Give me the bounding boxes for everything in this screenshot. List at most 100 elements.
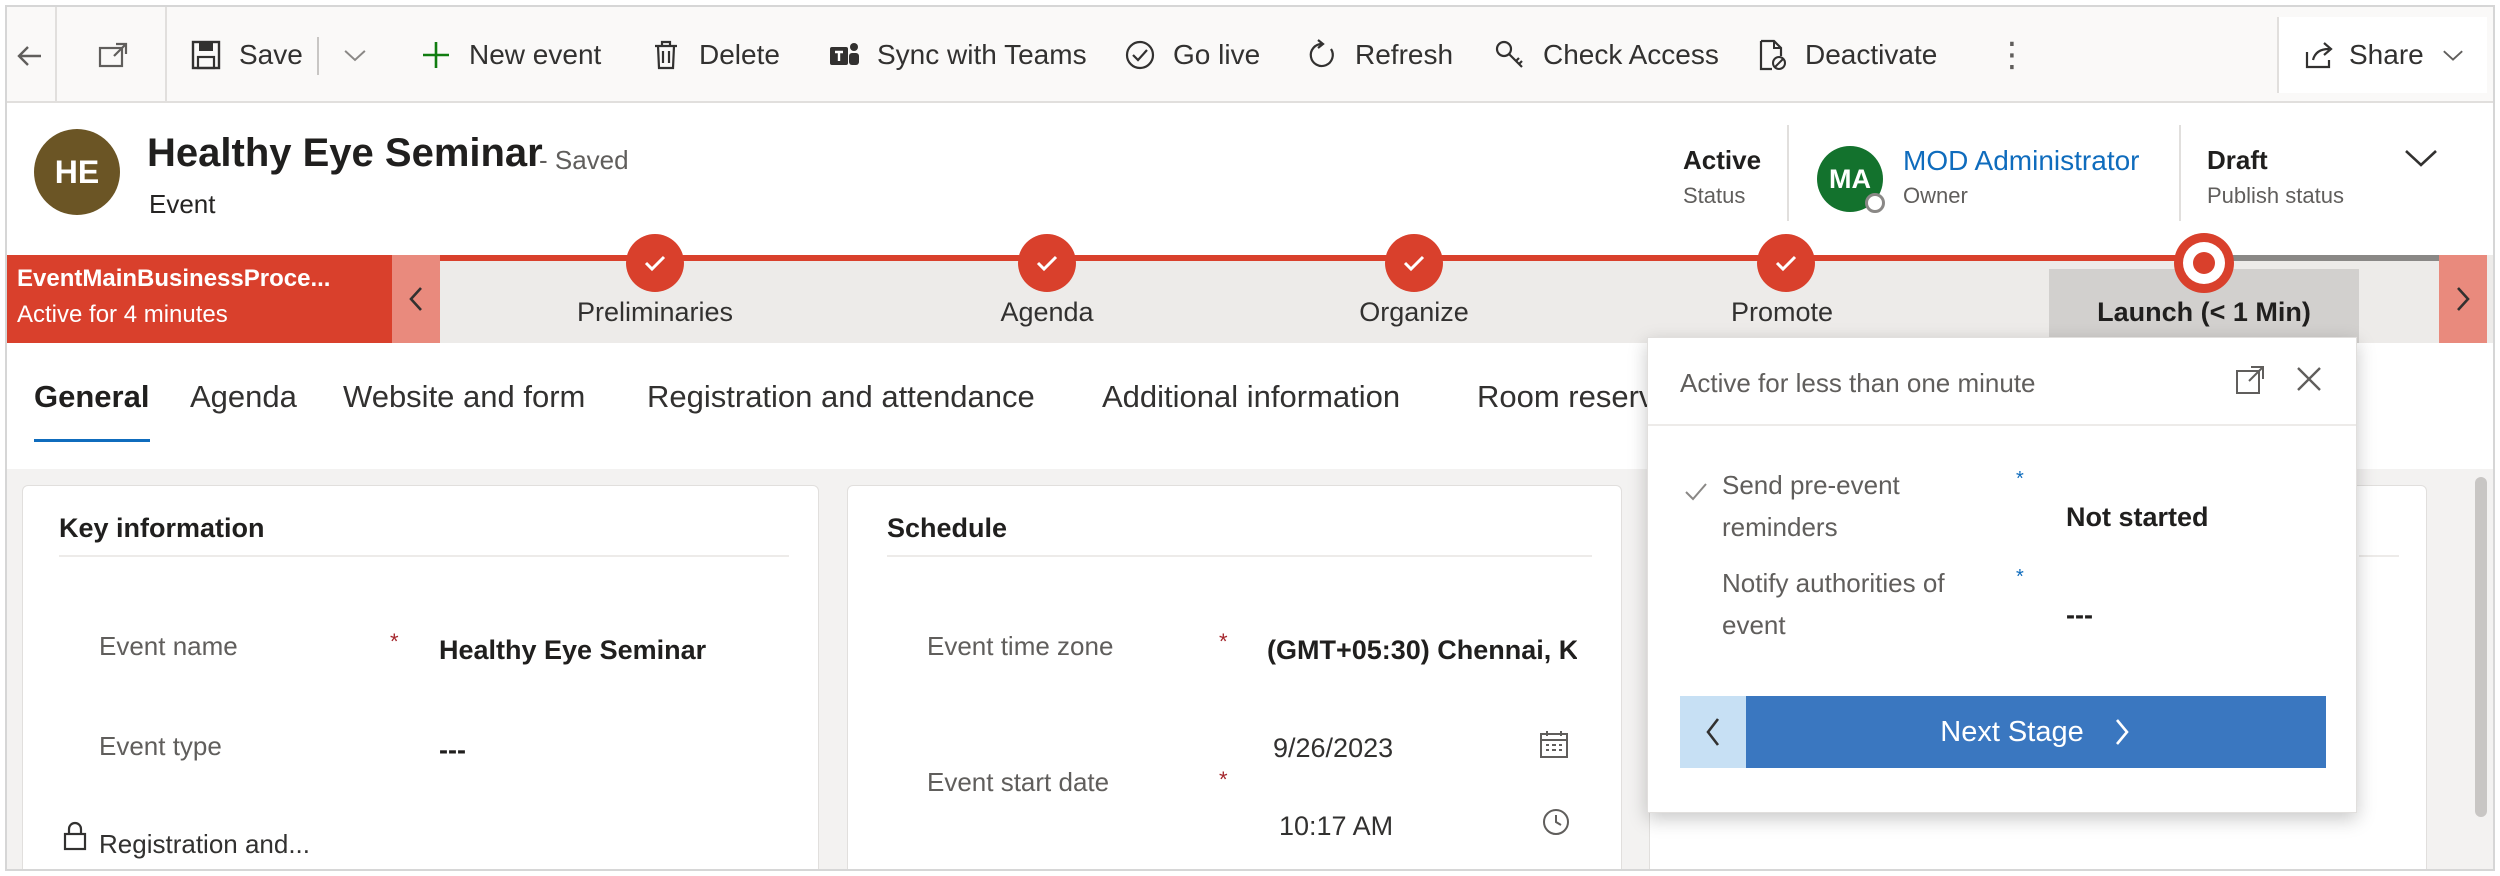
next-stage-button[interactable]: Next Stage xyxy=(1746,696,2326,768)
sync-with-teams-label: Sync with Teams xyxy=(877,39,1087,70)
check-access-label: Check Access xyxy=(1543,39,1719,70)
new-event-button[interactable]: New event xyxy=(419,7,601,103)
stage-launch-indicator[interactable] xyxy=(2174,233,2234,293)
stage-label-promote[interactable]: Promote xyxy=(1731,297,1833,328)
event-time-zone-field[interactable]: (GMT+05:30) Chennai, Kolkata xyxy=(1267,635,1577,666)
stage-flyout: Active for less than one minute Send pre… xyxy=(1647,337,2357,813)
calendar-icon[interactable] xyxy=(1537,727,1571,761)
event-start-date-label: Event start date xyxy=(927,767,1110,797)
stage-preliminaries-complete[interactable] xyxy=(626,234,684,292)
refresh-label: Refresh xyxy=(1355,39,1454,70)
section-divider xyxy=(59,555,789,557)
owner-label: Owner xyxy=(1903,183,1968,208)
event-start-date-field[interactable]: 9/26/2023 xyxy=(1273,733,1393,764)
tab-additional-information[interactable]: Additional information xyxy=(1102,379,1400,415)
tab-registration-and-attendance[interactable]: Registration and attendance xyxy=(647,379,1035,415)
delete-label: Delete xyxy=(699,39,780,70)
save-options-dropdown[interactable] xyxy=(341,7,385,103)
document-blocked-icon xyxy=(1759,39,1786,71)
header-expand-chevron-icon[interactable] xyxy=(2402,143,2440,173)
close-icon[interactable] xyxy=(2294,364,2324,394)
share-button[interactable]: Share xyxy=(2277,17,2487,93)
tab-room-reservations[interactable]: Room reservations xyxy=(1477,379,1647,415)
checkmark-icon xyxy=(1775,255,1797,272)
record-avatar: HE xyxy=(34,129,120,215)
next-stage-label: Next Stage xyxy=(1940,715,2084,748)
checkmark-icon xyxy=(1403,255,1425,272)
more-icon: ⋮ xyxy=(1995,36,2029,74)
open-in-new-window-button[interactable] xyxy=(59,7,167,103)
tab-website-and-form[interactable]: Website and form xyxy=(343,379,585,415)
sync-with-teams-button[interactable]: Sync with Teams xyxy=(827,7,1087,103)
required-indicator: * xyxy=(2016,468,2024,490)
stage-organize-complete[interactable] xyxy=(1385,234,1443,292)
deactivate-button[interactable]: Deactivate xyxy=(1755,7,1937,103)
key-information-title: Key information xyxy=(59,513,265,543)
save-button[interactable]: Save xyxy=(189,7,303,103)
save-label: Save xyxy=(239,39,303,70)
refresh-button[interactable]: Refresh xyxy=(1305,7,1453,103)
notify-authorities-label: Notify authorities of event xyxy=(1722,568,1945,640)
event-name-field[interactable]: Healthy Eye Seminar xyxy=(439,635,706,666)
status-label: Status xyxy=(1683,183,1746,208)
stage-promote-complete[interactable] xyxy=(1757,234,1815,292)
command-bar: Save New event Delete Sync with Teams Go… xyxy=(7,7,2493,103)
publish-status-label: Publish status xyxy=(2207,183,2344,208)
app-frame: Save New event Delete Sync with Teams Go… xyxy=(5,5,2495,871)
flyout-divider xyxy=(1648,424,2356,426)
owner-link[interactable]: MOD Administrator xyxy=(1903,145,2140,177)
send-pre-event-reminders-label: Send pre-event reminders xyxy=(1722,470,1900,542)
previous-stage-button[interactable] xyxy=(1680,696,1746,768)
delete-button[interactable]: Delete xyxy=(649,7,780,103)
target-core xyxy=(2193,252,2215,274)
new-event-label: New event xyxy=(469,39,602,70)
process-flyout-button[interactable]: EventMainBusinessProce... Active for 4 m… xyxy=(7,255,392,343)
tab-general[interactable]: General xyxy=(34,379,149,415)
share-label: Share xyxy=(2349,39,2424,70)
process-active-time: Active for 4 minutes xyxy=(17,301,228,328)
popout-icon xyxy=(98,42,128,68)
form-scrollbar[interactable] xyxy=(2475,477,2487,817)
back-button[interactable] xyxy=(7,7,57,103)
header-divider xyxy=(1787,125,1789,221)
required-indicator: * xyxy=(1219,767,1228,792)
chevron-right-icon xyxy=(2115,719,2129,745)
save-icon xyxy=(191,40,221,70)
go-live-button[interactable]: Go live xyxy=(1123,7,1260,103)
stage-label-organize[interactable]: Organize xyxy=(1359,297,1469,328)
more-commands-button[interactable]: ⋮ xyxy=(1995,7,2029,103)
lock-icon xyxy=(63,821,87,851)
header-divider xyxy=(2179,125,2181,221)
check-circle-icon xyxy=(1125,40,1155,70)
stage-label-preliminaries[interactable]: Preliminaries xyxy=(577,297,733,328)
bpf-previous-button[interactable] xyxy=(392,255,440,343)
chevron-down-icon xyxy=(344,50,366,62)
send-pre-event-reminders-value[interactable]: Not started xyxy=(2066,502,2209,533)
schedule-title: Schedule xyxy=(887,513,1008,543)
save-split-divider xyxy=(317,37,319,75)
stage-label-launch[interactable]: Launch (< 1 Min) xyxy=(2097,297,2311,328)
event-start-time-field[interactable]: 10:17 AM xyxy=(1279,811,1393,842)
refresh-icon xyxy=(1309,39,1334,68)
stage-flyout-header: Active for less than one minute xyxy=(1680,368,2036,398)
stage-agenda-complete[interactable] xyxy=(1018,234,1076,292)
go-live-label: Go live xyxy=(1173,39,1261,70)
checkmark-icon xyxy=(1036,255,1058,272)
event-time-zone-label: Event time zone xyxy=(927,631,1114,661)
event-type-label: Event type xyxy=(99,731,222,761)
stage-label-agenda[interactable]: Agenda xyxy=(1000,297,1093,328)
record-title: Healthy Eye Seminar xyxy=(147,131,543,175)
checkmark-icon xyxy=(1685,483,1707,501)
bpf-next-button[interactable] xyxy=(2439,255,2487,343)
status-value: Active xyxy=(1683,145,1762,175)
process-name: EventMainBusinessProce... xyxy=(17,265,331,292)
check-access-button[interactable]: Check Access xyxy=(1493,7,1719,103)
event-type-field[interactable]: --- xyxy=(439,735,466,766)
required-indicator: * xyxy=(1219,629,1228,654)
expand-icon[interactable] xyxy=(2234,364,2266,396)
tab-agenda[interactable]: Agenda xyxy=(190,379,297,415)
notify-authorities-value[interactable]: --- xyxy=(2066,600,2093,631)
chevron-down-icon xyxy=(2442,50,2463,61)
clock-icon[interactable] xyxy=(1541,807,1571,837)
key-icon xyxy=(1495,40,1523,68)
